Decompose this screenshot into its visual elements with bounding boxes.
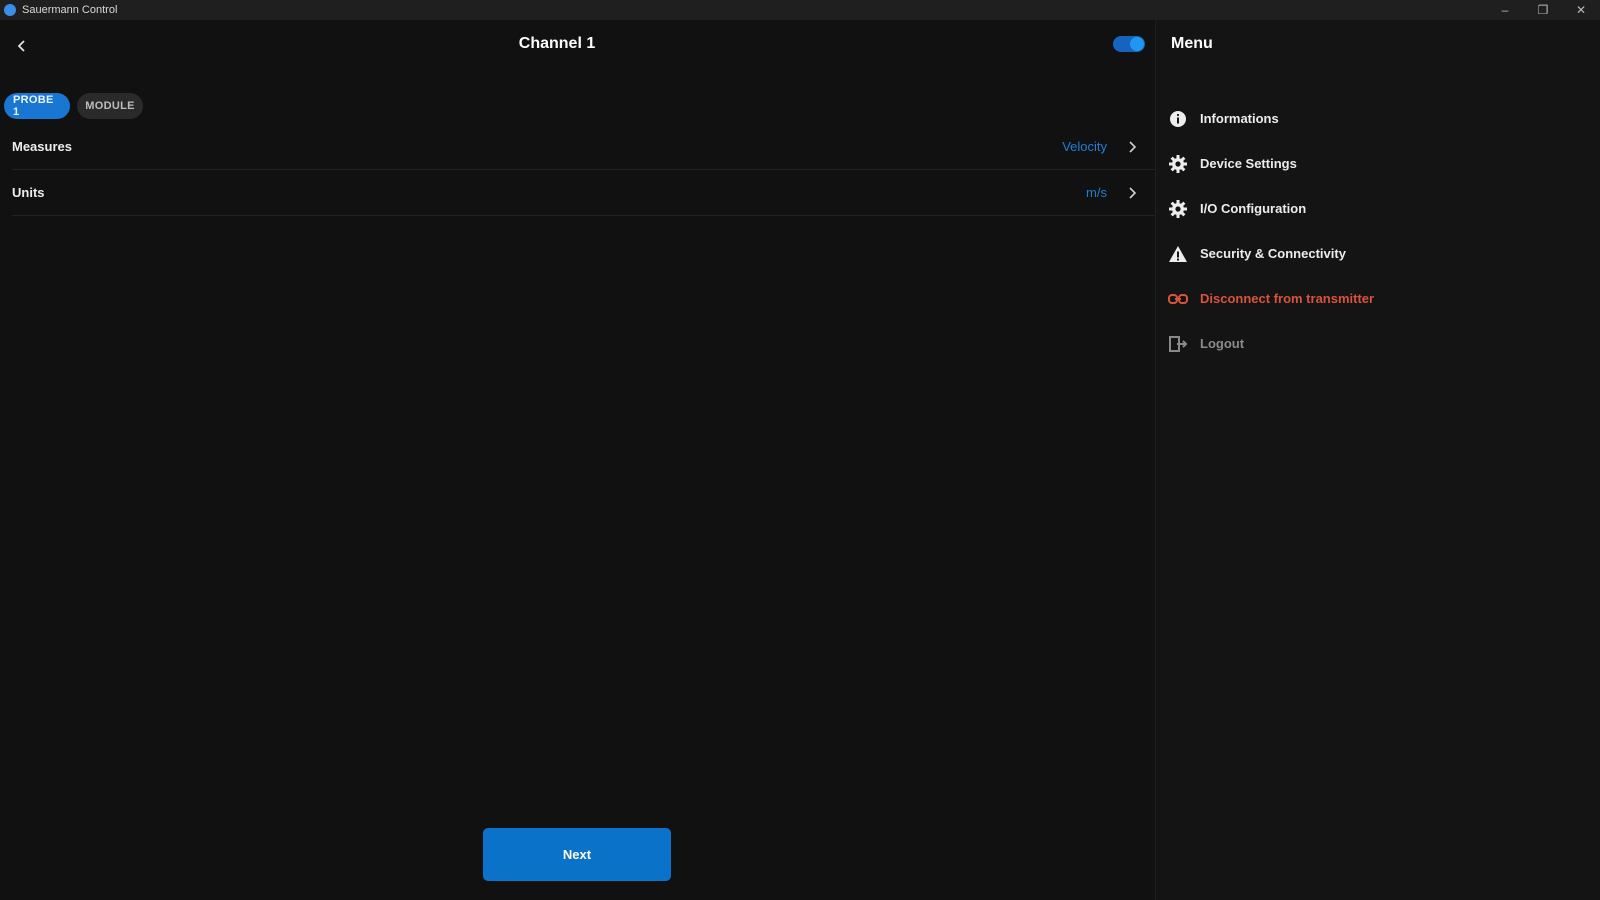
unlink-icon (1168, 289, 1188, 309)
menu-item-label: Security & Connectivity (1200, 246, 1346, 261)
menu-item-io-configuration[interactable]: I/O Configuration (1168, 186, 1588, 231)
app-logo-icon (4, 4, 16, 16)
minimize-button[interactable]: – (1486, 0, 1524, 20)
settings-row-units[interactable]: Units m/s (12, 170, 1155, 216)
menu-item-label: Device Settings (1200, 156, 1297, 171)
menu-item-label: Informations (1200, 111, 1279, 126)
channel-enable-toggle[interactable] (1113, 36, 1145, 52)
logout-icon (1168, 334, 1188, 354)
menu-item-logout[interactable]: Logout (1168, 321, 1588, 366)
info-icon (1168, 109, 1188, 129)
menu-item-informations[interactable]: Informations (1168, 96, 1588, 141)
chevron-right-icon (1125, 139, 1141, 155)
row-label: Units (12, 185, 45, 200)
row-label: Measures (12, 139, 72, 154)
chevron-right-icon (1125, 185, 1141, 201)
close-button[interactable]: ✕ (1562, 0, 1600, 20)
tab-module[interactable]: MODULE (77, 93, 143, 119)
settings-list: Measures Velocity Units m/s (12, 124, 1155, 216)
menu-item-label: Disconnect from transmitter (1200, 291, 1375, 306)
menu-title: Menu (1171, 35, 1213, 52)
settings-row-measures[interactable]: Measures Velocity (12, 124, 1155, 170)
side-menu: Menu Informations Device Settings I/O Co… (1155, 20, 1600, 900)
menu-item-label: Logout (1200, 336, 1245, 351)
window-controls: – ❐ ✕ (1486, 0, 1600, 20)
window-titlebar: Sauermann Control – ❐ ✕ (0, 0, 1600, 20)
tab-probe-1[interactable]: PROBE 1 (4, 93, 70, 119)
page-title: Channel 1 (518, 35, 596, 52)
menu-item-label: I/O Configuration (1200, 201, 1307, 216)
gear-icon (1168, 154, 1188, 174)
menu-item-security-connectivity[interactable]: Security & Connectivity (1168, 231, 1588, 276)
menu-item-device-settings[interactable]: Device Settings (1168, 141, 1588, 186)
menu-list: Informations Device Settings I/O Configu… (1168, 96, 1588, 366)
next-button[interactable]: Next (483, 828, 671, 881)
gear-icon (1168, 199, 1188, 219)
channel-config-panel: Channel 1 PROBE 1 MODULE Measures Veloci… (0, 20, 1155, 900)
row-value: Velocity (1062, 139, 1107, 154)
probe-tabs: PROBE 1 MODULE (4, 93, 143, 119)
row-value: m/s (1086, 185, 1107, 200)
menu-item-disconnect[interactable]: Disconnect from transmitter (1168, 276, 1588, 321)
maximize-button[interactable]: ❐ (1524, 0, 1562, 20)
window-title: Sauermann Control (22, 4, 118, 16)
toggle-knob (1130, 37, 1144, 51)
warning-icon (1168, 244, 1188, 264)
